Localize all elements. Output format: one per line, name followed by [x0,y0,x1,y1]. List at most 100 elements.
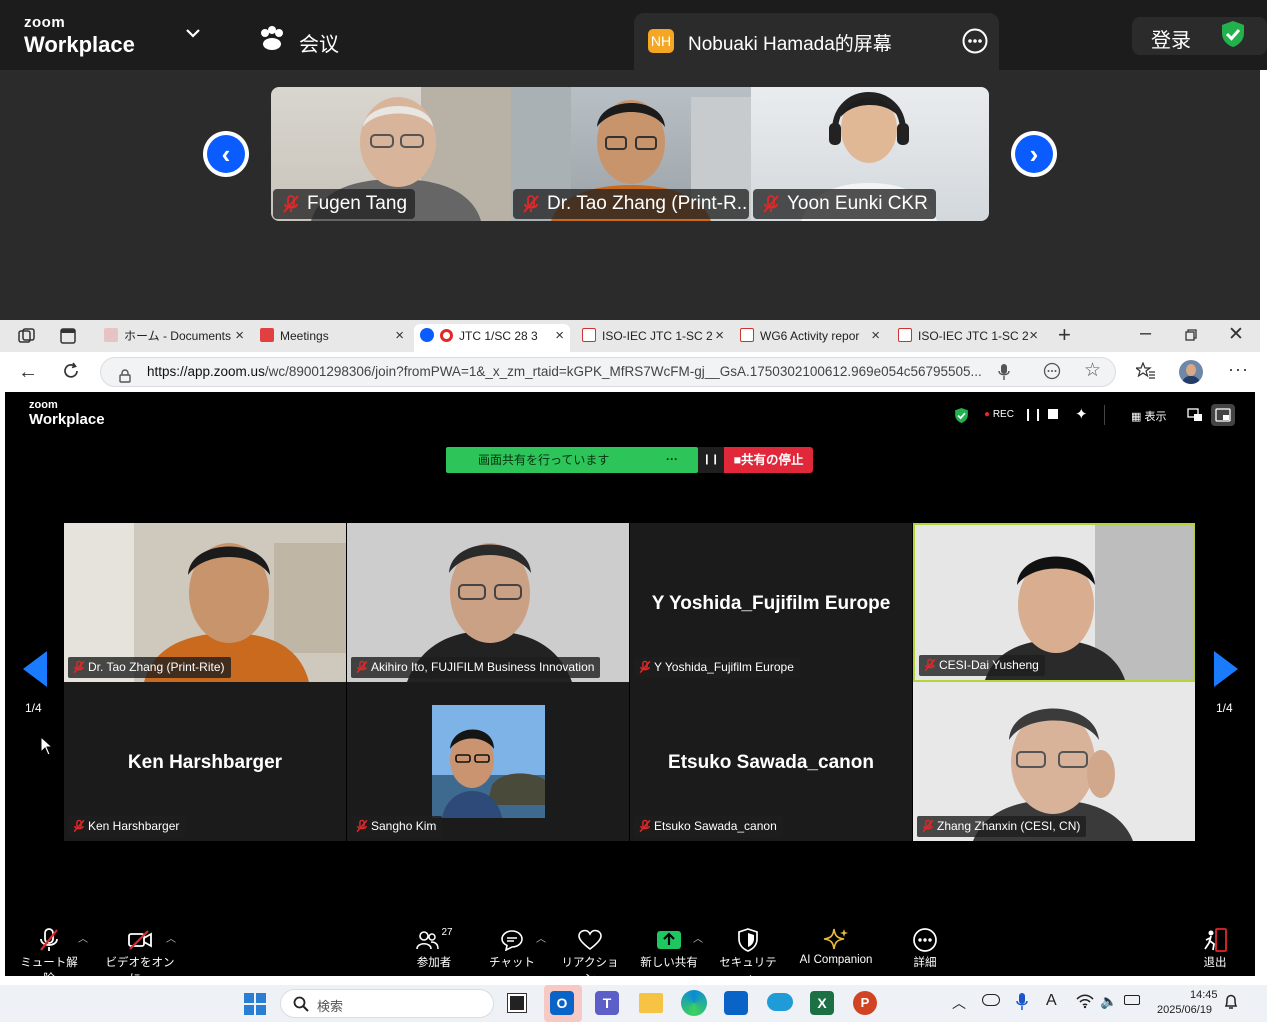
tab-wg6[interactable]: WG6 Activity repor × [734,324,886,352]
video-tile[interactable]: Akihiro Ito, FUJIFILM Business Innovatio… [347,523,629,682]
video-tile[interactable]: Zhang Zhanxin (CESI, CN) [913,682,1195,841]
cloud-app-icon[interactable] [767,993,793,1011]
ai-companion-button[interactable]: AI Companion [794,926,878,966]
unmute-button[interactable]: ミュート解除 [16,926,82,986]
gallery-prev-icon[interactable] [22,650,48,693]
view-button[interactable]: ▦ 表示 [1131,408,1166,424]
close-tab-icon[interactable]: × [555,324,564,348]
signin-button[interactable]: 登录 [1151,24,1191,53]
url-field[interactable]: https://app.zoom.us/wc/89001298306/join?… [100,357,1116,387]
workspaces-icon[interactable] [18,328,36,349]
tile-name-label: Ken Harshbarger [68,816,186,837]
audio-options-chevron-icon[interactable]: ︿ [78,930,88,945]
tray-mic-icon[interactable] [1016,992,1028,1017]
refresh-icon[interactable] [62,362,80,385]
favorites-icon[interactable] [1134,361,1156,385]
notification-bell-icon[interactable] [1224,994,1238,1015]
strip-prev-button[interactable]: ‹ [203,131,249,177]
close-window-icon[interactable]: ✕ [1228,323,1244,346]
onedrive-icon[interactable] [982,994,1000,1006]
tab-documents[interactable]: ホーム - Documents × [96,324,250,352]
heart-icon [578,929,602,951]
powerpoint-icon[interactable]: P [853,991,877,1015]
close-tab-icon[interactable]: × [1029,324,1038,348]
strip-next-button[interactable]: › [1011,131,1057,177]
stop-share-button[interactable]: ■共有の停止 [724,447,813,473]
shield-check-icon[interactable] [1220,20,1246,53]
participant-thumb[interactable]: Yoon Eunki CKR [751,87,989,221]
video-tile[interactable]: Etsuko Sawada_canon Etsuko Sawada_canon [630,682,912,841]
participant-thumb[interactable]: Fugen Tang [271,87,511,221]
volume-icon[interactable]: 🔈 [1100,993,1117,1010]
video-options-chevron-icon[interactable]: ︿ [166,930,176,945]
chat-button[interactable]: チャット [488,926,536,970]
edge-icon[interactable] [681,990,707,1016]
close-tab-icon[interactable]: × [235,324,244,348]
security-shield-icon[interactable] [954,407,969,429]
clock-time[interactable]: 14:45 [1190,989,1218,1001]
search-icon [293,996,309,1017]
sparkle-icon[interactable]: ✦ [1075,405,1088,423]
minimize-icon[interactable]: – [1140,322,1151,345]
video-tile[interactable]: Ken Harshbarger Ken Harshbarger [64,682,346,841]
new-share-button[interactable]: 新しい共有 [638,926,700,970]
tray-overflow-icon[interactable]: ︿ [952,993,966,1013]
taskbar-search[interactable]: 検索 [280,989,494,1018]
video-tile[interactable]: Sangho Kim [347,682,629,841]
close-tab-icon[interactable]: × [395,324,404,348]
excel-icon[interactable]: X [810,991,834,1015]
meeting-label[interactable]: 会议 [299,28,339,57]
ime-indicator[interactable]: A [1046,992,1057,1010]
share-tab[interactable]: NH Nobuaki Hamada的屏幕 [634,13,999,70]
battery-icon[interactable] [1124,995,1140,1005]
tab-jtc-active[interactable]: JTC 1/SC 28 3 × [414,324,570,352]
pause-recording-icon[interactable]: ❙❙ [1023,407,1043,421]
video-tile[interactable]: Dr. Tao Zhang (Print-Rite) [64,523,346,682]
video-tile[interactable]: Y Yoshida_Fujifilm Europe Y Yoshida_Fuji… [630,523,912,682]
reactions-button[interactable]: リアクション [558,926,622,986]
sharing-more-icon[interactable]: ··· [666,446,678,472]
participant-thumb[interactable]: Dr. Tao Zhang (Print-R... [511,87,751,221]
new-tab-icon[interactable]: + [1058,322,1071,348]
rec-indicator: ● REC [984,409,1014,420]
browser-menu-icon[interactable]: ··· [1228,359,1249,380]
ai-sparkle-icon [823,928,848,950]
tab-iso-doc-1[interactable]: ISO-IEC JTC 1-SC 2 × [576,324,730,352]
tab-actions-icon[interactable] [60,328,76,349]
close-tab-icon[interactable]: × [871,324,880,348]
chevron-down-icon[interactable] [184,24,202,47]
share-options-chevron-icon[interactable]: ︿ [693,930,703,945]
pause-share-icon[interactable]: ❙❙ [698,447,724,473]
more-button[interactable]: 詳細 [902,926,948,970]
video-tile-active-speaker[interactable]: CESI-Dai Yusheng [913,523,1195,682]
back-icon[interactable]: ← [18,361,38,384]
more-options-icon[interactable] [962,28,988,59]
stop-recording-icon[interactable] [1048,409,1058,419]
file-explorer-icon[interactable] [639,993,663,1013]
teams-icon[interactable]: T [595,991,619,1015]
mic-icon[interactable] [998,363,1010,386]
fullscreen-button[interactable] [1211,404,1235,426]
clock-date[interactable]: 2025/06/19 [1157,1004,1212,1016]
mic-muted-icon [73,819,85,833]
chat-options-chevron-icon[interactable]: ︿ [536,930,546,945]
restore-icon[interactable] [1185,328,1197,346]
store-icon[interactable] [724,991,748,1015]
picture-in-picture-icon[interactable] [1187,408,1203,427]
tab-meetings[interactable]: Meetings × [254,324,410,352]
close-tab-icon[interactable]: × [715,324,724,348]
star-icon[interactable]: ☆ [1084,359,1101,382]
reading-options-icon[interactable] [1043,362,1061,385]
leave-button[interactable]: 退出 [1196,926,1234,970]
wifi-icon[interactable] [1076,993,1094,1014]
windows-start-icon[interactable] [244,993,266,1020]
gallery-next-icon[interactable] [1213,650,1239,693]
tab-iso-doc-2[interactable]: ISO-IEC JTC 1-SC 2 × [892,324,1044,352]
participants-button[interactable]: 27 参加者 [408,926,460,970]
outlook-icon[interactable]: O [550,991,574,1015]
lock-icon[interactable] [119,365,131,386]
task-view-icon[interactable] [507,993,527,1013]
profile-avatar[interactable] [1179,360,1203,384]
zoom-logo-bottom: Workplace [24,32,135,57]
security-button[interactable]: セキュリティ [716,926,780,986]
